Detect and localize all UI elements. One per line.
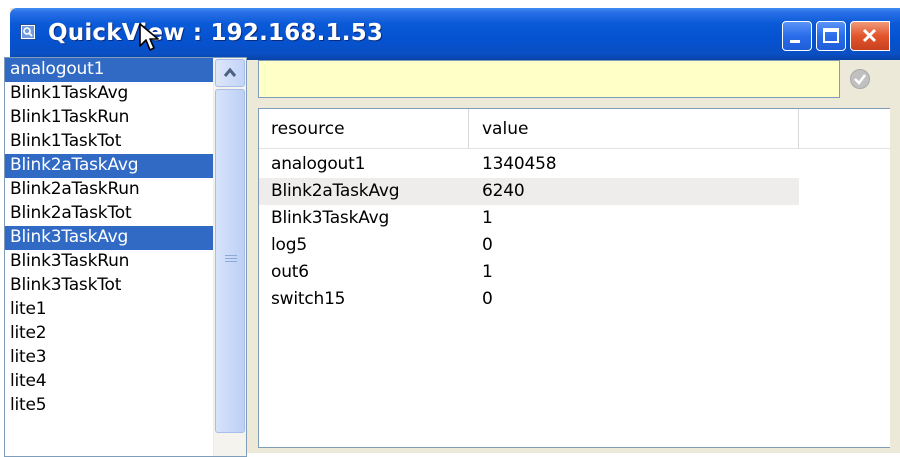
list-item[interactable]: lite3 bbox=[5, 346, 213, 370]
resource-cell: analogout1 bbox=[271, 154, 366, 174]
scroll-up-arrow-icon bbox=[223, 67, 237, 77]
value-cell: 1 bbox=[482, 208, 493, 228]
list-item[interactable]: lite2 bbox=[5, 322, 213, 346]
list-item[interactable]: Blink3TaskRun bbox=[5, 250, 213, 274]
scroll-thumb[interactable] bbox=[215, 89, 245, 433]
list-scrollbar[interactable] bbox=[213, 58, 246, 456]
list-item[interactable]: Blink1TaskRun bbox=[5, 106, 213, 130]
maximize-button[interactable] bbox=[816, 21, 846, 51]
resource-cell: out6 bbox=[271, 262, 309, 282]
table-row[interactable]: Blink3TaskAvg 1 bbox=[259, 205, 890, 232]
list-item[interactable]: lite4 bbox=[5, 370, 213, 394]
table-row[interactable]: log5 0 bbox=[259, 232, 890, 259]
list-item[interactable]: analogout1 bbox=[5, 58, 213, 82]
apply-button[interactable] bbox=[850, 69, 870, 89]
mouse-pointer-icon bbox=[139, 23, 159, 51]
maximize-icon bbox=[823, 28, 839, 43]
quickview-window-icon[interactable] bbox=[20, 24, 36, 40]
table-body: analogout1 1340458 Blink2aTaskAvg 6240 B… bbox=[259, 151, 890, 313]
resource-value-table: resource value analogout1 1340458 Blink2… bbox=[258, 108, 890, 448]
resource-listbox[interactable]: analogout1 Blink1TaskAvg Blink1TaskRun B… bbox=[4, 57, 247, 457]
scroll-grip bbox=[225, 255, 237, 264]
window-title: QuickView : 192.168.1.53 bbox=[48, 20, 384, 46]
checkmark-icon bbox=[854, 74, 866, 85]
value-cell: 0 bbox=[482, 289, 493, 309]
list-item[interactable]: Blink2aTaskTot bbox=[5, 202, 213, 226]
resource-cell: log5 bbox=[271, 235, 307, 255]
resource-cell: Blink2aTaskAvg bbox=[271, 181, 400, 201]
list-item[interactable]: Blink3TaskAvg bbox=[5, 226, 213, 250]
list-item[interactable]: lite5 bbox=[5, 394, 213, 418]
close-icon bbox=[862, 28, 877, 43]
column-header-resource[interactable]: resource bbox=[259, 109, 469, 149]
minimize-icon bbox=[790, 40, 800, 43]
list-item[interactable]: lite1 bbox=[5, 298, 213, 322]
list-item[interactable]: Blink3TaskTot bbox=[5, 274, 213, 298]
scroll-up-button[interactable] bbox=[215, 59, 245, 87]
filter-input[interactable] bbox=[258, 60, 840, 98]
column-header-filler bbox=[799, 109, 890, 149]
resource-cell: Blink3TaskAvg bbox=[271, 208, 390, 228]
value-cell: 6240 bbox=[482, 181, 525, 201]
close-button[interactable] bbox=[850, 21, 890, 51]
resource-cell: switch15 bbox=[271, 289, 346, 309]
resource-list[interactable]: analogout1 Blink1TaskAvg Blink1TaskRun B… bbox=[5, 58, 213, 418]
list-item[interactable]: Blink2aTaskAvg bbox=[5, 154, 213, 178]
table-row[interactable]: out6 1 bbox=[259, 259, 890, 286]
table-row[interactable]: switch15 0 bbox=[259, 286, 890, 313]
table-row[interactable]: analogout1 1340458 bbox=[259, 151, 890, 178]
list-item[interactable]: Blink1TaskAvg bbox=[5, 82, 213, 106]
list-item[interactable]: Blink2aTaskRun bbox=[5, 178, 213, 202]
minimize-button[interactable] bbox=[782, 21, 812, 51]
column-header-value[interactable]: value bbox=[469, 109, 799, 149]
list-item[interactable]: Blink1TaskTot bbox=[5, 130, 213, 154]
value-cell: 1 bbox=[482, 262, 493, 282]
table-row[interactable]: Blink2aTaskAvg 6240 bbox=[259, 178, 799, 205]
value-cell: 1340458 bbox=[482, 154, 557, 174]
value-cell: 0 bbox=[482, 235, 493, 255]
